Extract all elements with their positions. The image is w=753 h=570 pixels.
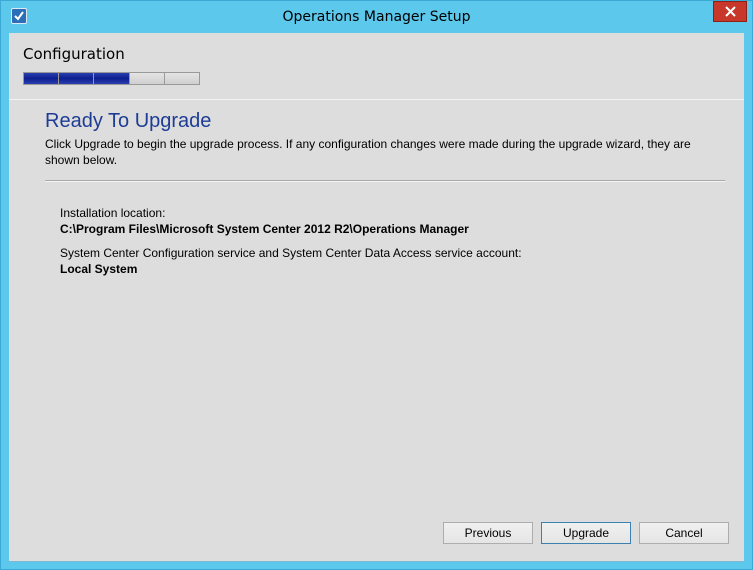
- progress-segment-complete: [59, 73, 95, 84]
- content-divider: [45, 180, 725, 182]
- service-account-summary: System Center Configuration service and …: [60, 245, 522, 277]
- window-bottom-edge: [9, 561, 744, 562]
- dialog-client-area: Configuration Ready To Upgrade Click Upg…: [9, 33, 744, 561]
- installation-location-value: C:\Program Files\Microsoft System Center…: [60, 222, 469, 236]
- progress-segment-complete: [24, 73, 60, 84]
- setup-window: Operations Manager Setup Configuration R…: [0, 0, 753, 570]
- stage-header: Configuration: [9, 33, 744, 99]
- window-title: Operations Manager Setup: [282, 9, 471, 25]
- close-icon: [724, 6, 736, 17]
- service-account-label: System Center Configuration service and …: [60, 246, 522, 260]
- page-heading: Ready To Upgrade: [45, 110, 212, 132]
- installation-location-summary: Installation location: C:\Program Files\…: [60, 205, 469, 237]
- title-bar[interactable]: Operations Manager Setup: [1, 1, 752, 34]
- header-divider: [9, 99, 744, 100]
- installation-location-label: Installation location:: [60, 206, 166, 220]
- progress-segment-complete: [94, 73, 130, 84]
- previous-button[interactable]: Previous: [443, 522, 533, 544]
- cancel-button[interactable]: Cancel: [639, 522, 729, 544]
- intro-text: Click Upgrade to begin the upgrade proce…: [45, 137, 691, 167]
- service-account-value: Local System: [60, 262, 138, 276]
- stage-title: Configuration: [23, 45, 125, 63]
- upgrade-button[interactable]: Upgrade: [541, 522, 631, 544]
- progress-segment-pending: [164, 73, 200, 84]
- progress-segment-pending: [129, 73, 165, 84]
- close-button[interactable]: [713, 1, 747, 22]
- setup-progress-bar: [23, 72, 200, 85]
